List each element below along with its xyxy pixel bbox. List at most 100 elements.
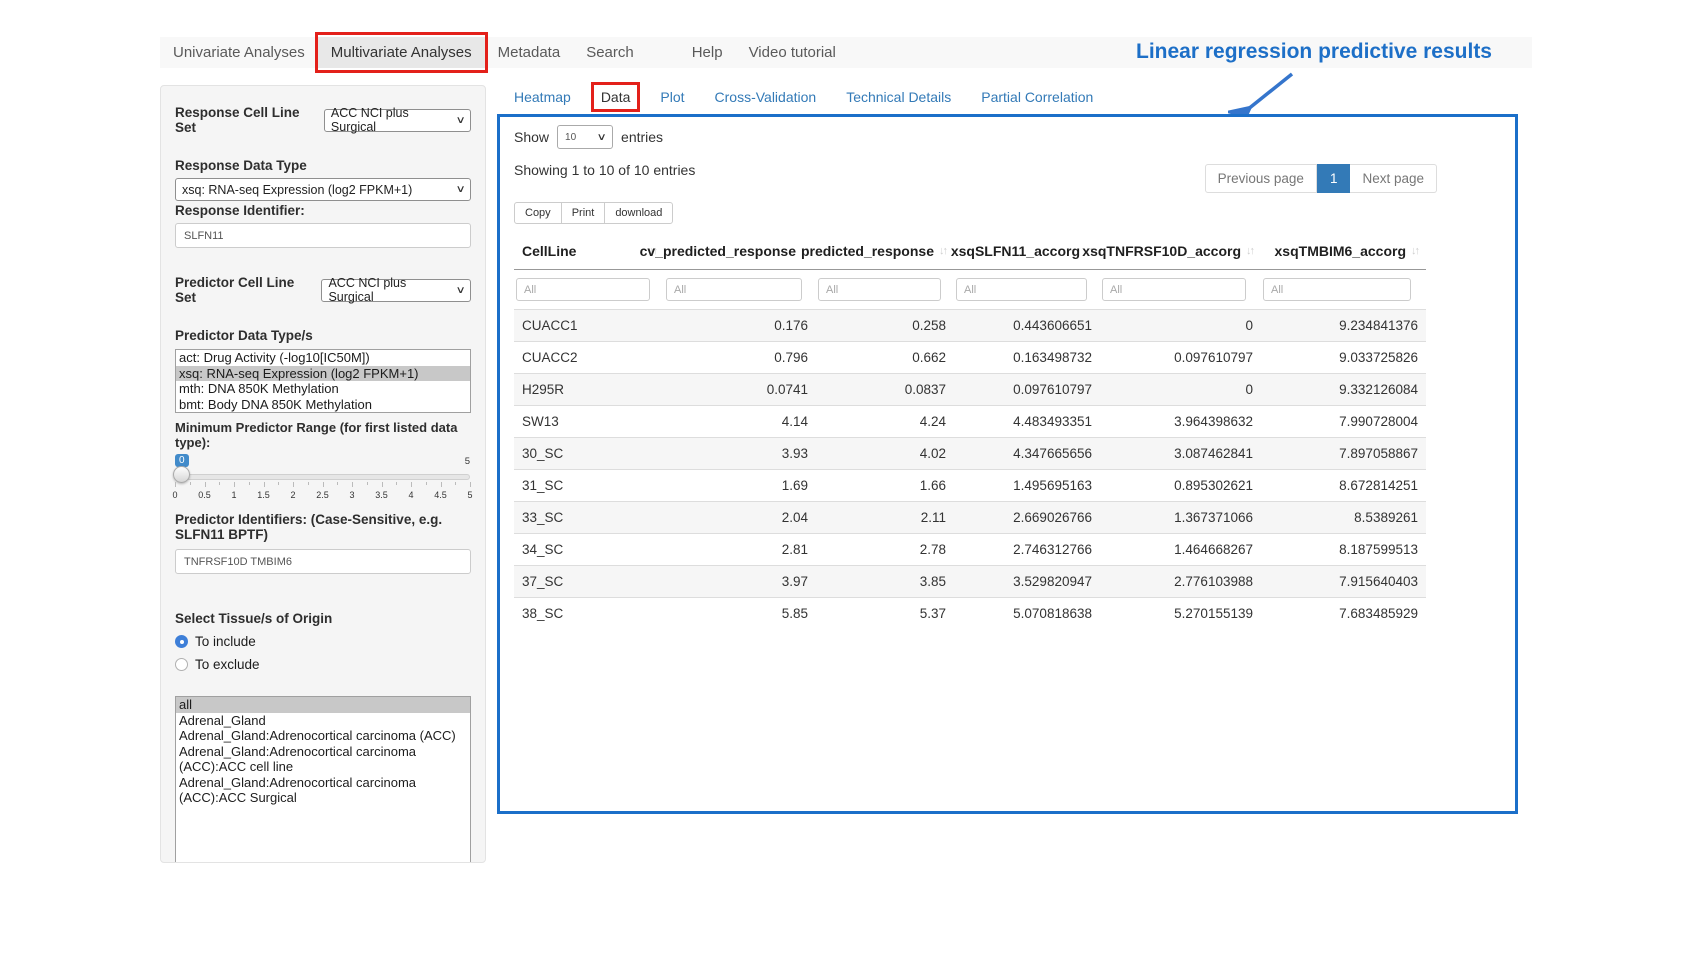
data-type-option-bmt[interactable]: bmt: Body DNA 850K Methylation [176,397,470,413]
previous-page-button[interactable]: Previous page [1205,164,1317,193]
cell-line-cell: CUACC1 [514,310,664,342]
value-cell: 5.070818638 [954,598,1100,630]
value-cell: 3.964398632 [1100,406,1261,438]
print-button[interactable]: Print [561,202,606,224]
radio-button-icon[interactable] [175,635,188,648]
data-type-option-mth[interactable]: mth: DNA 850K Methylation [176,381,470,397]
tab-technical-details[interactable]: Technical Details [846,89,951,105]
slider-handle[interactable] [173,466,190,483]
value-cell: 0.258 [816,310,954,342]
predictor-identifiers-input[interactable] [175,549,471,574]
nav-item-video-tutorial[interactable]: Video tutorial [736,37,849,68]
slider-tick [264,482,265,487]
table-row: CUACC20.7960.6620.1634987320.0976107979.… [514,342,1426,374]
slider-tick [308,482,309,485]
column-header-xsqtmbim6-accorg[interactable]: xsqTMBIM6_accorg↓↑ [1261,236,1426,270]
response-data-type-select[interactable]: xsq: RNA-seq Expression (log2 FPKM+1) ∨ [175,178,471,201]
column-header-cv-predicted-response[interactable]: cv_predicted_response↓↑ [664,236,816,270]
value-cell: 2.11 [816,502,954,534]
red-highlight-box [315,32,488,73]
slider-tick [352,482,353,487]
column-header-predicted-response[interactable]: predicted_response↓↑ [816,236,954,270]
nav-item-univariate-analyses[interactable]: Univariate Analyses [160,37,318,68]
column-header-xsqslfn11-accorg[interactable]: xsqSLFN11_accorg↓↑ [954,236,1100,270]
next-page-button[interactable]: Next page [1350,164,1437,193]
red-highlight-box [591,82,641,112]
radio-button-icon[interactable] [175,658,188,671]
tissue-option-all[interactable]: all [176,697,470,713]
tab-data[interactable]: Data [601,89,631,105]
nav-item-metadata[interactable]: Metadata [485,37,574,68]
slider-tick-label: 0.5 [198,490,211,500]
predictor-cell-line-set-select[interactable]: ACC NCI plus Surgical ∨ [321,279,471,302]
page-1-button[interactable]: 1 [1317,164,1351,193]
copy-button[interactable]: Copy [514,202,562,224]
slider-tick [205,482,206,487]
value-cell: 0.796 [664,342,816,374]
response-identifier-input[interactable] [175,223,471,248]
tissue-listbox: allAdrenal_GlandAdrenal_Gland:Adrenocort… [175,696,471,863]
tissue-option-adrenal-gland-adrenocortical-carcinoma-a[interactable]: Adrenal_Gland:Adrenocortical carcinoma (… [176,744,470,775]
download-button[interactable]: download [604,202,673,224]
value-cell: 3.087462841 [1100,438,1261,470]
slider-tick [455,482,456,485]
tissue-option-adrenal-gland[interactable]: Adrenal_Gland [176,713,470,729]
slider-tick-label: 4.5 [434,490,447,500]
table-row: H295R0.07410.08370.09761079709.332126084 [514,374,1426,406]
cell-line-cell: SW13 [514,406,664,438]
nav-item-search[interactable]: Search [573,37,647,68]
result-tabs: Heatmap Data Plot Cross-Validation Technical… [514,89,1093,105]
value-cell: 2.669026766 [954,502,1100,534]
nav-item-help[interactable]: Help [679,37,736,68]
value-cell: 3.93 [664,438,816,470]
cell-line-cell: 30_SC [514,438,664,470]
slider-track[interactable] [175,474,470,480]
slider-tick [426,482,427,485]
value-cell: 0.097610797 [1100,342,1261,374]
value-cell: 0.176 [664,310,816,342]
chevron-down-icon: ∨ [455,285,465,296]
value-cell: 5.37 [816,598,954,630]
filter-input-cellline[interactable] [516,278,650,301]
filter-input-cv-predicted-response[interactable] [666,278,802,301]
cell-line-cell: CUACC2 [514,342,664,374]
slider-tick-label: 4 [408,490,413,500]
filter-cell [1100,270,1261,310]
cell-line-cell: 38_SC [514,598,664,630]
show-entries-value: 10 [565,132,576,143]
cell-line-cell: 33_SC [514,502,664,534]
tab-plot[interactable]: Plot [660,89,684,105]
column-header-xsqtnfrsf10d-accorg[interactable]: xsqTNFRSF10D_accorg↓↑ [1100,236,1261,270]
response-cell-line-set-select[interactable]: ACC NCI plus Surgical ∨ [324,109,471,132]
show-entries-select[interactable]: 10 ∨ [557,125,613,149]
response-identifier-label: Response Identifier: [175,203,471,218]
filter-input-xsqtmbim6-accorg[interactable] [1263,278,1411,301]
slider-tick [190,482,191,485]
slider-tick [367,482,368,485]
filter-input-xsqtnfrsf10d-accorg[interactable] [1102,278,1246,301]
tab-cross-validation[interactable]: Cross-Validation [715,89,817,105]
tab-partial-correlation[interactable]: Partial Correlation [981,89,1093,105]
cell-line-cell: 37_SC [514,566,664,598]
app-page: Univariate AnalysesMultivariate Analyses… [0,0,1700,956]
value-cell: 0.0837 [816,374,954,406]
slider-tick [441,482,442,487]
radio-to-exclude[interactable]: To exclude [175,657,471,672]
value-cell: 7.990728004 [1261,406,1426,438]
chevron-down-icon: ∨ [455,184,465,195]
data-type-option-xsq[interactable]: xsq: RNA-seq Expression (log2 FPKM+1) [176,366,470,382]
filter-input-xsqslfn11-accorg[interactable] [956,278,1087,301]
value-cell: 2.78 [816,534,954,566]
tissue-option-adrenal-gland-adrenocortical-carcinoma-a[interactable]: Adrenal_Gland:Adrenocortical carcinoma (… [176,775,470,806]
tab-heatmap[interactable]: Heatmap [514,89,571,105]
nav-item-multivariate-analyses[interactable]: Multivariate Analyses [318,37,485,68]
value-cell: 1.69 [664,470,816,502]
radio-to-include[interactable]: To include [175,634,471,649]
tissue-option-adrenal-gland-adrenocortical-carcinoma-a[interactable]: Adrenal_Gland:Adrenocortical carcinoma (… [176,728,470,744]
slider-tick [234,482,235,487]
filter-input-predicted-response[interactable] [818,278,941,301]
table-row: 34_SC2.812.782.7463127661.4646682678.187… [514,534,1426,566]
value-cell: 7.683485929 [1261,598,1426,630]
value-cell: 9.234841376 [1261,310,1426,342]
data-type-option-act[interactable]: act: Drug Activity (-log10[IC50M]) [176,350,470,366]
